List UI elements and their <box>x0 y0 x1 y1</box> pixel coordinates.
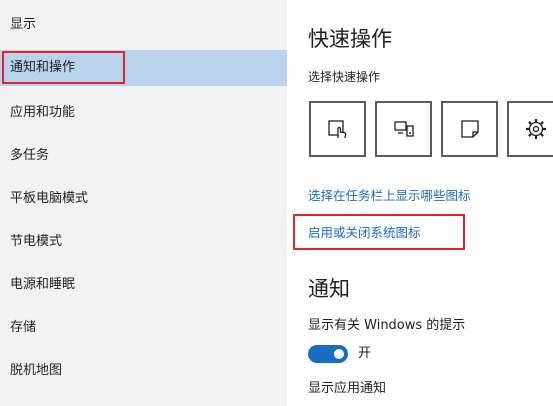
toggle-knob <box>334 349 344 359</box>
sidebar-item-battery-saver[interactable]: 节电模式 <box>0 224 287 260</box>
windows-tips-toggle-state: 开 <box>358 346 372 361</box>
quick-action-tile-settings[interactable] <box>507 101 553 157</box>
sidebar-item-multitasking[interactable]: 多任务 <box>0 138 287 174</box>
sidebar-item-offline-maps[interactable]: 脱机地图 <box>0 353 287 389</box>
sidebar-item-notifications-actions[interactable]: 通知和操作 <box>0 50 287 86</box>
sidebar-item-storage[interactable]: 存储 <box>0 310 287 346</box>
app-notifications-label: 显示应用通知 <box>308 381 387 396</box>
settings-sidebar: 显示 通知和操作 应用和功能 多任务 平板电脑模式 节电模式 电源和睡眠 存储 … <box>0 0 287 406</box>
sidebar-item-apps-features[interactable]: 应用和功能 <box>0 95 287 131</box>
quick-actions-subtitle: 选择快速操作 <box>308 70 381 84</box>
link-toggle-system-icons[interactable]: 启用或关闭系统图标 <box>308 224 421 242</box>
quick-action-tile-project[interactable] <box>375 101 432 157</box>
settings-content: 快速操作 选择快速操作 选择在任务栏上显示哪些图标 启用或关闭系统图标 通知 显… <box>287 0 553 406</box>
project-display-icon <box>393 121 414 137</box>
quick-actions-title: 快速操作 <box>308 27 392 51</box>
windows-tips-label: 显示有关 Windows 的提示 <box>308 318 466 333</box>
sidebar-item-tablet-mode[interactable]: 平板电脑模式 <box>0 181 287 217</box>
note-icon <box>460 120 479 138</box>
link-select-taskbar-icons[interactable]: 选择在任务栏上显示哪些图标 <box>308 187 471 205</box>
quick-action-tile-tablet[interactable] <box>309 101 366 157</box>
sidebar-item-display[interactable]: 显示 <box>0 7 287 43</box>
quick-action-tile-note[interactable] <box>441 101 498 157</box>
windows-tips-toggle[interactable] <box>308 345 348 363</box>
tablet-mode-icon <box>327 120 346 139</box>
settings-gear-icon <box>525 119 546 139</box>
sidebar-item-power-sleep[interactable]: 电源和睡眠 <box>0 267 287 303</box>
notifications-title: 通知 <box>308 277 350 301</box>
